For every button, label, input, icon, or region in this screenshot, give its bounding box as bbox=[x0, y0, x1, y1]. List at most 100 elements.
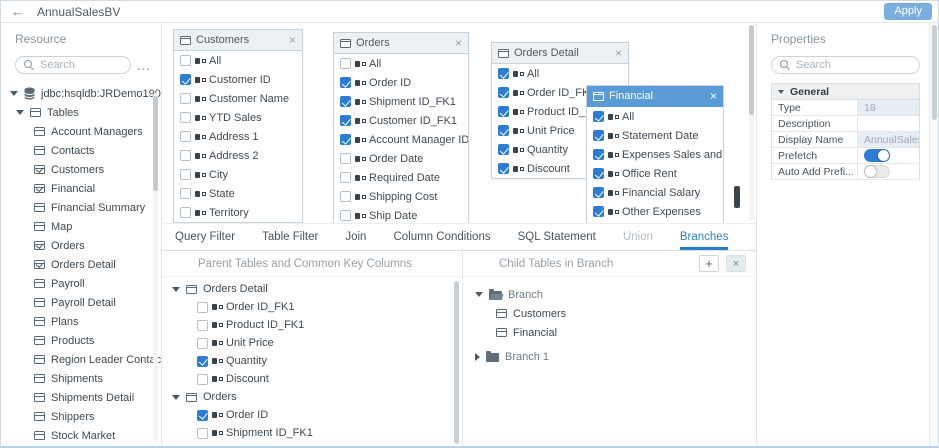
branch-table-row[interactable]: Financial bbox=[463, 323, 756, 342]
key-column-row[interactable]: Product ID_FK1 bbox=[162, 316, 462, 334]
table-card-financial[interactable]: Financial × All Statement Date Expenses S… bbox=[586, 85, 724, 223]
tree-item-table[interactable]: Customers bbox=[1, 160, 161, 179]
scrollbar-thumb[interactable] bbox=[749, 25, 754, 115]
column-row[interactable]: Required Date bbox=[334, 168, 468, 187]
tree-item-table[interactable]: Orders Detail bbox=[1, 255, 161, 274]
checkbox[interactable] bbox=[340, 210, 351, 221]
tree-item-table[interactable]: Shipments Detail bbox=[1, 388, 161, 407]
tab-column-conditions[interactable]: Column Conditions bbox=[393, 224, 490, 250]
checkbox[interactable] bbox=[593, 149, 604, 160]
checkbox[interactable] bbox=[593, 206, 604, 217]
checkbox[interactable] bbox=[197, 301, 208, 313]
branch-row[interactable]: Branch bbox=[463, 285, 756, 304]
window-scrollbar[interactable] bbox=[929, 23, 938, 446]
checkbox[interactable] bbox=[498, 125, 509, 136]
checkbox[interactable] bbox=[197, 409, 208, 421]
checkbox[interactable] bbox=[180, 150, 191, 161]
checkbox[interactable] bbox=[498, 87, 509, 98]
resource-scrollbar[interactable] bbox=[153, 93, 158, 442]
tree-item-table[interactable]: Financial bbox=[1, 179, 161, 198]
column-row[interactable]: Account Manager ID_FK1 bbox=[334, 130, 468, 149]
caret-down-icon[interactable] bbox=[475, 292, 483, 297]
apply-button[interactable]: Apply bbox=[884, 3, 932, 20]
checkbox[interactable] bbox=[340, 172, 351, 183]
checkbox[interactable] bbox=[180, 131, 191, 142]
properties-search-input[interactable]: Search bbox=[771, 56, 920, 74]
prefetch-toggle[interactable] bbox=[864, 149, 890, 162]
checkbox[interactable] bbox=[593, 130, 604, 141]
tree-group-orders-detail[interactable]: Orders Detail bbox=[162, 280, 462, 298]
key-column-row[interactable]: Quantity bbox=[162, 352, 462, 370]
checkbox[interactable] bbox=[197, 319, 208, 331]
tree-item-connection[interactable]: jdbc:hsqldb:JRDemo1900 bbox=[1, 84, 161, 103]
tree-item-table[interactable]: Plans bbox=[1, 312, 161, 331]
caret-down-icon[interactable] bbox=[10, 91, 18, 96]
checkbox[interactable] bbox=[197, 373, 208, 385]
column-row[interactable]: Financial Salary bbox=[587, 183, 723, 202]
tree-group-orders[interactable]: Orders bbox=[162, 388, 462, 406]
tree-item-table[interactable]: Top 10 Hospitals bbox=[1, 445, 161, 446]
caret-down-icon[interactable] bbox=[172, 394, 180, 400]
tree-item-table[interactable]: Map bbox=[1, 217, 161, 236]
tree-item-table[interactable]: Orders bbox=[1, 236, 161, 255]
scrollbar-thumb[interactable] bbox=[454, 281, 459, 444]
column-row[interactable]: Shipment ID_FK1 bbox=[334, 92, 468, 111]
column-row[interactable]: All bbox=[334, 54, 468, 73]
column-row[interactable]: Shipping Cost bbox=[334, 187, 468, 206]
column-row[interactable]: Address 2 bbox=[174, 146, 302, 165]
column-row[interactable]: Customer Name bbox=[174, 89, 302, 108]
table-card-customers[interactable]: Customers × All Customer ID Customer Name… bbox=[173, 29, 303, 223]
column-row[interactable]: All bbox=[492, 64, 628, 83]
column-row[interactable]: Order ID bbox=[334, 73, 468, 92]
canvas-scrollbar[interactable] bbox=[749, 25, 754, 221]
tab-join[interactable]: Join bbox=[345, 224, 366, 250]
close-icon[interactable]: × bbox=[455, 37, 462, 49]
tree-item-table[interactable]: Account Managers bbox=[1, 122, 161, 141]
key-column-row[interactable]: Order ID bbox=[162, 406, 462, 424]
property-value-input[interactable] bbox=[858, 116, 919, 131]
scrollbar-thumb-dark[interactable] bbox=[734, 186, 740, 208]
column-row[interactable]: Statement Date bbox=[587, 126, 723, 145]
checkbox[interactable] bbox=[180, 112, 191, 123]
checkbox[interactable] bbox=[197, 427, 208, 439]
column-row[interactable]: Ship Date bbox=[334, 206, 468, 223]
scrollbar-thumb[interactable] bbox=[153, 96, 158, 191]
auto-add-prefix-toggle[interactable] bbox=[864, 165, 890, 178]
checkbox[interactable] bbox=[593, 168, 604, 179]
checkbox[interactable] bbox=[340, 77, 351, 88]
close-icon[interactable]: × bbox=[289, 34, 296, 46]
checkbox[interactable] bbox=[197, 355, 208, 367]
column-row[interactable]: Order Date bbox=[334, 149, 468, 168]
tree-item-table[interactable]: Stock Market bbox=[1, 426, 161, 445]
column-row[interactable]: Expenses Sales and Marketing bbox=[587, 145, 723, 164]
tab-sql-statement[interactable]: SQL Statement bbox=[518, 224, 596, 250]
tree-item-table[interactable]: Products bbox=[1, 331, 161, 350]
checkbox[interactable] bbox=[340, 115, 351, 126]
parent-panel-scrollbar[interactable] bbox=[454, 281, 459, 444]
checkbox[interactable] bbox=[498, 68, 509, 79]
tree-item-table[interactable]: Region Leader Contact bbox=[1, 350, 161, 369]
column-row[interactable]: YTD Sales bbox=[174, 108, 302, 127]
tree-item-table[interactable]: Payroll bbox=[1, 274, 161, 293]
tree-item-table[interactable]: Contacts bbox=[1, 141, 161, 160]
tab-branches[interactable]: Branches bbox=[679, 224, 729, 250]
close-icon[interactable]: × bbox=[710, 90, 717, 102]
more-options-button[interactable]: ... bbox=[137, 59, 151, 72]
tree-item-table[interactable]: Financial Summary bbox=[1, 198, 161, 217]
column-row[interactable]: State bbox=[174, 184, 302, 203]
column-row[interactable]: Territory bbox=[174, 203, 302, 222]
column-row[interactable]: Address 1 bbox=[174, 127, 302, 146]
checkbox[interactable] bbox=[340, 58, 351, 69]
tree-item-table[interactable]: Payroll Detail bbox=[1, 293, 161, 312]
checkbox[interactable] bbox=[340, 134, 351, 145]
checkbox[interactable] bbox=[197, 445, 208, 446]
checkbox[interactable] bbox=[180, 93, 191, 104]
column-row[interactable]: City bbox=[174, 165, 302, 184]
branch-table-row[interactable]: Customers bbox=[463, 304, 756, 323]
column-row[interactable]: All bbox=[174, 51, 302, 70]
checkbox[interactable] bbox=[498, 106, 509, 117]
back-arrow-icon[interactable]: ← bbox=[11, 5, 24, 18]
checkbox[interactable] bbox=[340, 191, 351, 202]
column-row[interactable]: Office Rent bbox=[587, 164, 723, 183]
scrollbar-thumb[interactable] bbox=[932, 25, 937, 120]
